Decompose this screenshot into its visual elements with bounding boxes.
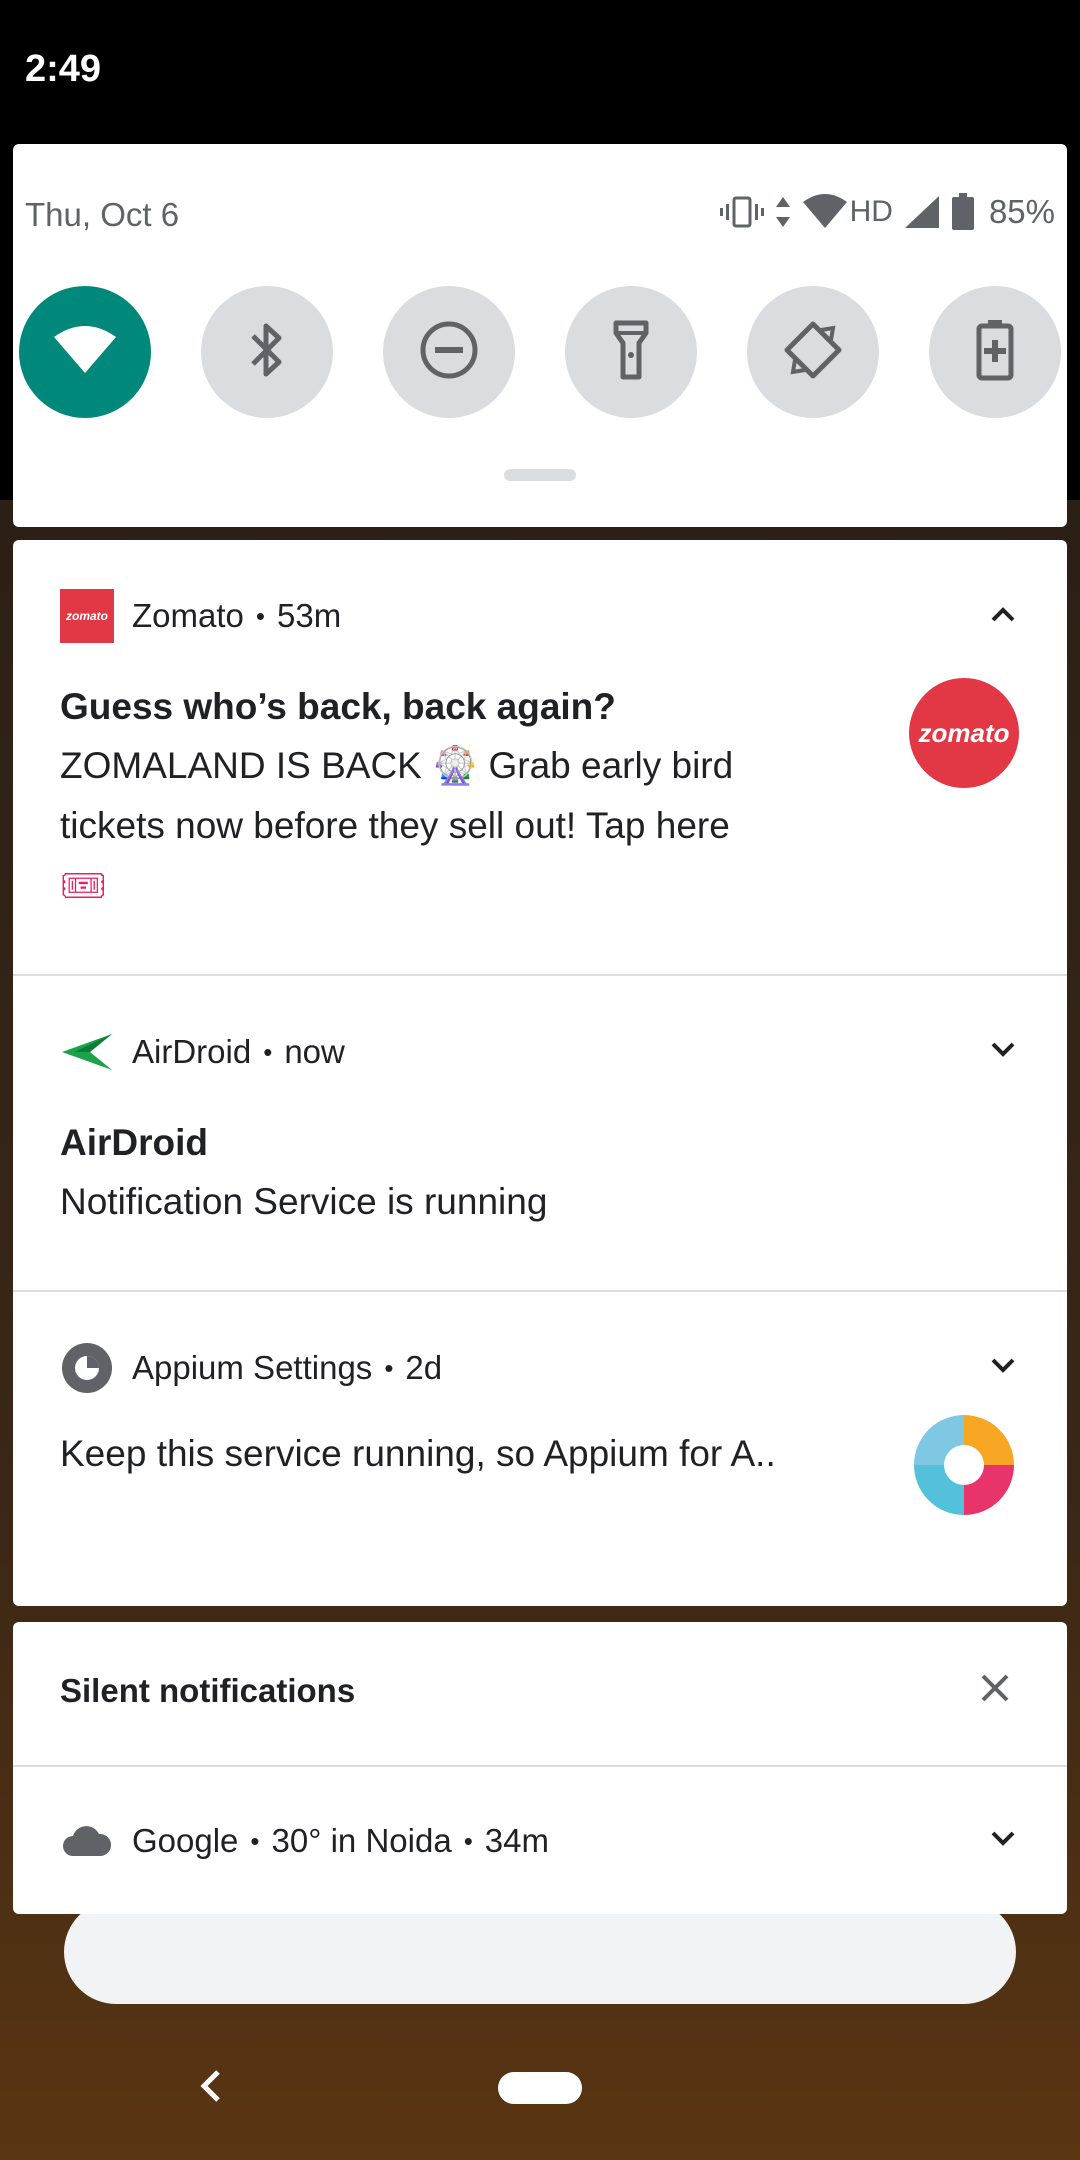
notification-header: AirDroid • now xyxy=(60,1024,345,1080)
notification-header: Appium Settings • 2d xyxy=(60,1340,442,1396)
status-icons: HD 85% xyxy=(719,188,1055,236)
notification-zomato[interactable]: zomato Zomato • 53m Guess who’s back, ba… xyxy=(13,540,1067,974)
expand-button[interactable] xyxy=(983,1821,1023,1861)
chevron-down-icon xyxy=(989,1357,1017,1380)
airdroid-icon xyxy=(60,1025,114,1079)
body-line-1: ZOMALAND IS BACK 🎡 Grab early bird xyxy=(60,745,734,786)
back-arrow-icon xyxy=(198,2068,222,2109)
notification-body: ZOMALAND IS BACK 🎡 Grab early bird ticke… xyxy=(60,736,930,916)
zomato-app-icon: zomato xyxy=(60,589,114,643)
expand-button[interactable] xyxy=(983,1348,1023,1388)
zomato-large-icon-text: zomato xyxy=(918,717,1010,748)
cloud-icon xyxy=(60,1814,114,1868)
cell-signal-icon xyxy=(903,194,941,230)
collapse-button[interactable] xyxy=(983,596,1023,636)
notification-time: now xyxy=(284,1033,345,1070)
auto-rotate-tile[interactable] xyxy=(747,286,879,418)
body-line-3: 🎟 xyxy=(60,865,107,906)
battery-saver-tile[interactable] xyxy=(929,286,1061,418)
notification-time: 53m xyxy=(276,597,342,634)
date-label[interactable]: Thu, Oct 6 xyxy=(25,196,179,234)
bluetooth-tile[interactable] xyxy=(201,286,333,418)
zomato-large-icon: zomato xyxy=(909,678,1019,788)
nav-back-button[interactable] xyxy=(190,2066,230,2110)
wifi-tile[interactable] xyxy=(19,286,151,418)
app-name: Zomato xyxy=(132,597,244,634)
notification-google-weather[interactable]: Google • 30° in Noida • 34m xyxy=(13,1767,1067,1914)
notification-body: Notification Service is running xyxy=(60,1181,548,1222)
chevron-down-icon xyxy=(989,1041,1017,1064)
zomato-app-icon-text: zomato xyxy=(66,609,108,623)
notification-header: zomato Zomato • 53m xyxy=(60,588,341,644)
separator-dot: • xyxy=(463,1825,473,1856)
expand-button[interactable] xyxy=(983,1032,1023,1072)
silent-notifications-section: Silent notifications Google • 30° in Noi… xyxy=(13,1622,1067,1914)
weather-summary: 30° in Noida xyxy=(271,1822,452,1859)
data-activity-icon xyxy=(774,195,792,229)
separator-dot: • xyxy=(255,600,265,631)
appium-app-icon xyxy=(60,1341,114,1395)
notification-header: Google • 30° in Noida • 34m xyxy=(60,1813,549,1869)
notification-airdroid[interactable]: AirDroid • now AirDroid Notification Ser… xyxy=(13,976,1067,1290)
notification-body: Keep this service running, so Appium for… xyxy=(60,1433,776,1474)
battery-icon xyxy=(951,193,975,231)
app-name: Google xyxy=(132,1822,239,1859)
notification-appium-settings[interactable]: Appium Settings • 2d Keep this service r… xyxy=(13,1292,1067,1606)
expand-handle[interactable] xyxy=(504,469,576,481)
notification-title: Guess who’s back, back again? xyxy=(60,686,616,727)
silent-section-title: Silent notifications xyxy=(60,1672,356,1709)
app-name: Appium Settings xyxy=(132,1349,373,1386)
appium-large-icon xyxy=(909,1410,1019,1520)
nav-home-pill[interactable] xyxy=(498,2072,582,2104)
battery-saver-icon xyxy=(975,318,1015,387)
flashlight-icon xyxy=(611,319,651,386)
quick-tiles-row xyxy=(19,286,1069,420)
wifi-icon xyxy=(53,325,117,380)
notification-list: zomato Zomato • 53m Guess who’s back, ba… xyxy=(13,540,1067,1606)
chevron-up-icon xyxy=(989,605,1017,628)
body-line-2: tickets now before they sell out! Tap he… xyxy=(60,805,730,846)
app-name: AirDroid xyxy=(132,1033,252,1070)
notification-title: AirDroid xyxy=(60,1122,208,1163)
dismiss-silent-button[interactable] xyxy=(975,1670,1015,1710)
flashlight-tile[interactable] xyxy=(565,286,697,418)
chevron-down-icon xyxy=(989,1830,1017,1853)
status-bar: 2:49 xyxy=(0,0,1080,144)
do-not-disturb-icon xyxy=(419,320,479,385)
separator-dot: • xyxy=(384,1352,394,1383)
do-not-disturb-tile[interactable] xyxy=(383,286,515,418)
wifi-signal-icon xyxy=(802,194,848,230)
bluetooth-icon xyxy=(247,320,287,385)
auto-rotate-icon xyxy=(781,318,845,387)
vibrate-icon xyxy=(719,194,764,230)
network-type-label: HD xyxy=(849,195,893,228)
notification-time: 34m xyxy=(484,1822,549,1859)
separator-dot: • xyxy=(250,1825,260,1856)
clock: 2:49 xyxy=(25,48,102,90)
home-search-bar xyxy=(64,1900,1016,2004)
separator-dot: • xyxy=(263,1036,273,1067)
close-icon xyxy=(979,1672,1011,1709)
battery-percent: 85% xyxy=(988,193,1055,230)
quick-settings-panel: Thu, Oct 6 HD 85% xyxy=(13,144,1067,527)
notification-time: 2d xyxy=(405,1349,443,1386)
